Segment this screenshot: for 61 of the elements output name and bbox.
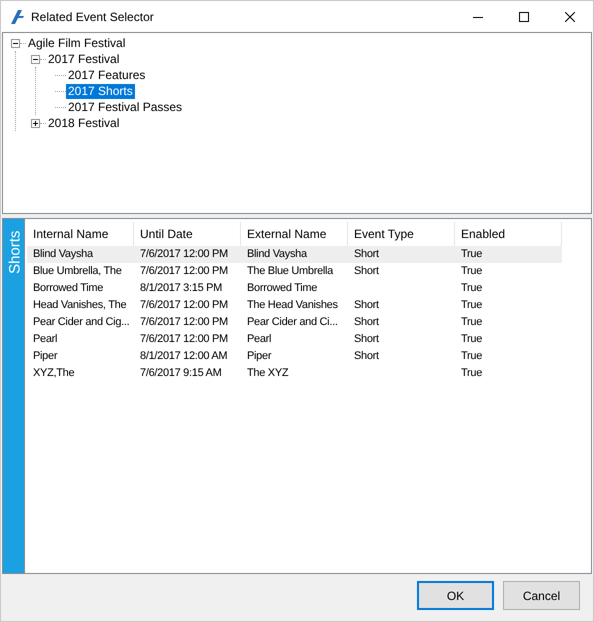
- table-cell: Piper: [33, 350, 58, 362]
- maximize-icon: [519, 12, 529, 22]
- tree-item[interactable]: 2017 Shorts: [66, 84, 135, 98]
- table-cell: 7/6/2017 12:00 PM: [140, 265, 228, 277]
- tree-item[interactable]: Agile Film Festival: [26, 36, 128, 50]
- table-cell: 8/1/2017 12:00 AM: [140, 350, 228, 362]
- table-cell: True: [461, 248, 482, 260]
- tree-item[interactable]: 2017 Features: [66, 68, 148, 82]
- table-cell: The Blue Umbrella: [247, 265, 333, 277]
- table-cell: Pear Cider and Ci...: [247, 316, 338, 328]
- cancel-button[interactable]: Cancel: [503, 581, 580, 610]
- close-icon: [565, 12, 575, 22]
- table-cell: True: [461, 282, 482, 294]
- table-row[interactable]: Piper 8/1/2017 12:00 AM Piper Short True: [27, 348, 562, 365]
- table-cell: 7/6/2017 9:15 AM: [140, 367, 222, 379]
- table-cell: Short: [354, 299, 379, 311]
- table-cell: True: [461, 265, 482, 277]
- table-cell: Short: [354, 350, 379, 362]
- tree-item[interactable]: 2017 Festival: [46, 52, 122, 66]
- expand-icon[interactable]: [31, 118, 40, 128]
- table-cell: Pearl: [247, 333, 272, 345]
- table-cell: True: [461, 333, 482, 345]
- tree-item[interactable]: 2018 Festival: [46, 116, 122, 130]
- table-cell: Head Vanishes, The: [33, 299, 126, 311]
- table-row[interactable]: XYZ,The 7/6/2017 9:15 AM The XYZ True: [27, 365, 562, 382]
- table-row[interactable]: Blue Umbrella, The 7/6/2017 12:00 PM The Blue Umbrella Short True: [27, 263, 562, 280]
- table-row[interactable]: Head Vanishes, The 7/6/2017 12:00 PM The Head Vanishes Short True: [27, 297, 562, 314]
- table-cell: Blind Vaysha: [33, 248, 93, 260]
- table-cell: Short: [354, 316, 379, 328]
- table-row[interactable]: Pearl 7/6/2017 12:00 PM Pearl Short True: [27, 331, 562, 348]
- table-cell: True: [461, 350, 482, 362]
- table-cell: Blue Umbrella, The: [33, 265, 122, 277]
- tree-item[interactable]: 2017 Festival Passes: [66, 100, 184, 114]
- table-row[interactable]: Borrowed Time 8/1/2017 3:15 PM Borrowed Time True: [27, 280, 562, 297]
- collapse-icon[interactable]: [31, 54, 40, 64]
- table-cell: True: [461, 316, 482, 328]
- table-cell: 7/6/2017 12:00 PM: [140, 248, 228, 260]
- table-cell: True: [461, 367, 482, 379]
- collapse-icon[interactable]: [11, 38, 20, 48]
- table-row[interactable]: Pear Cider and Cig... 7/6/2017 12:00 PM Pear Cider and Ci... Short True: [27, 314, 562, 331]
- table-cell: Borrowed Time: [247, 282, 318, 294]
- table-cell: The XYZ: [247, 367, 288, 379]
- table-cell: 7/6/2017 12:00 PM: [140, 299, 228, 311]
- table-cell: Borrowed Time: [33, 282, 104, 294]
- table-cell: Blind Vaysha: [247, 248, 307, 260]
- app-logo-icon: [10, 10, 26, 24]
- ok-button[interactable]: OK: [417, 581, 494, 610]
- table-cell: The Head Vanishes: [247, 299, 338, 311]
- table-cell: Short: [354, 333, 379, 345]
- table-row[interactable]: Blind Vaysha 7/6/2017 12:00 PM Blind Vaysha Short True: [27, 246, 562, 263]
- table-cell: Piper: [247, 350, 272, 362]
- table-cell: Short: [354, 265, 379, 277]
- table-cell: 8/1/2017 3:15 PM: [140, 282, 222, 294]
- window-title: Related Event Selector: [31, 8, 154, 26]
- table-cell: XYZ,The: [33, 367, 74, 379]
- table-cell: Pearl: [33, 333, 58, 345]
- table-cell: Short: [354, 248, 379, 260]
- table-cell: 7/6/2017 12:00 PM: [140, 333, 228, 345]
- table-cell: 7/6/2017 12:00 PM: [140, 316, 228, 328]
- table-cell: Pear Cider and Cig...: [33, 316, 130, 328]
- table-cell: True: [461, 299, 482, 311]
